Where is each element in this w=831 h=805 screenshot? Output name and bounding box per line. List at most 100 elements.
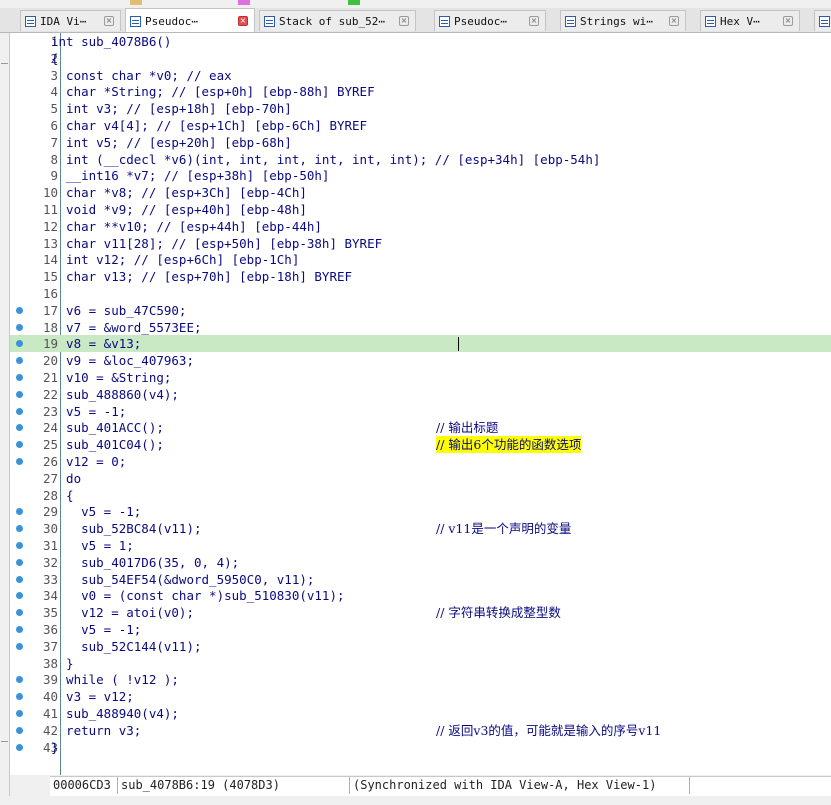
code-text: char *String; // [esp+0h] [ebp-88h] BYRE… xyxy=(51,84,375,100)
code-line[interactable]: 42 return v3;// 返回v3的值，可能就是输入的序号v11 xyxy=(10,722,831,739)
code-text: sub_488940(v4); xyxy=(51,706,179,721)
code-text: v9 = &loc_407963; xyxy=(51,353,194,369)
code-text: v6 = sub_47C590; xyxy=(51,302,187,318)
code-line[interactable]: 1 int sub_4078B6() xyxy=(10,33,831,50)
pseudocode-icon xyxy=(130,15,141,27)
close-icon[interactable]: × xyxy=(529,16,539,26)
strings-icon xyxy=(565,15,576,27)
tab-stack-of-sub[interactable]: Stack of sub_52⋯ × xyxy=(259,10,416,31)
code-line[interactable]: 15 char v13; // [esp+70h] [ebp-18h] BYRE… xyxy=(10,268,831,285)
code-text: v3 = v12; xyxy=(51,689,134,705)
code-text: v5 = -1; xyxy=(51,622,142,637)
code-line[interactable]: 35 v12 = atoi(v0);// 字符串转换成整型数 xyxy=(10,604,831,621)
code-line[interactable]: 25 sub_401C04();// 输出6个功能的函数选项 xyxy=(10,436,831,454)
code-text: { xyxy=(51,50,59,66)
close-icon[interactable]: × xyxy=(399,16,409,26)
pseudocode-editor[interactable]: 1 int sub_4078B6() 2{3 const char *v0; // … xyxy=(10,33,831,775)
margin-marker xyxy=(1,741,8,742)
code-line[interactable]: 20 v9 = &loc_407963; xyxy=(10,352,831,369)
code-line[interactable]: 29 v5 = -1; xyxy=(10,503,831,520)
left-margin xyxy=(0,33,10,805)
tab-label: Hex V⋯ xyxy=(720,14,760,28)
code-line[interactable]: 43} xyxy=(10,739,831,756)
code-line[interactable]: 18 v7 = &word_5573EE; xyxy=(10,319,831,336)
code-text: int v12; // [esp+6Ch] [ebp-1Ch] xyxy=(51,252,300,268)
tab-overflow[interactable] xyxy=(814,10,831,31)
tab-ida-view[interactable]: IDA Vi⋯ × xyxy=(20,10,121,31)
code-line[interactable]: 36 v5 = -1; xyxy=(10,621,831,638)
structures-icon xyxy=(819,15,830,27)
status-location: sub_4078B6:19 (4078D3) xyxy=(118,777,350,794)
close-icon[interactable]: × xyxy=(669,16,679,26)
code-text: v5 = 1; xyxy=(51,538,134,553)
code-line[interactable]: 24 sub_401ACC();// 输出标题 xyxy=(10,419,831,436)
tab-hex-view[interactable]: Hex V⋯ × xyxy=(700,10,800,31)
code-line[interactable]: 38 } xyxy=(10,655,831,672)
toolbar-icon xyxy=(348,0,360,5)
code-text: } xyxy=(51,739,59,755)
code-line[interactable]: 12 char **v10; // [esp+44h] [ebp-44h] xyxy=(10,218,831,235)
code-text: sub_54EF54(&dword_5950C0, v11); xyxy=(51,571,315,587)
code-line[interactable]: 19 v8 = &v13; xyxy=(10,335,831,353)
code-line[interactable]: 3 const char *v0; // eax xyxy=(10,67,831,84)
code-text: void *v9; // [esp+40h] [ebp-48h] xyxy=(51,202,307,217)
code-text: sub_4017D6(35, 0, 4); xyxy=(51,554,240,570)
code-line[interactable]: 6 char v4[4]; // [esp+1Ch] [ebp-6Ch] BYR… xyxy=(10,117,831,134)
code-line[interactable]: 37 sub_52C144(v11); xyxy=(10,638,831,655)
code-text: v7 = &word_5573EE; xyxy=(51,319,202,335)
code-line[interactable]: 4 char *String; // [esp+0h] [ebp-88h] BY… xyxy=(10,83,831,100)
code-text: sub_52C144(v11); xyxy=(51,638,202,654)
code-line[interactable]: 8 int (__cdecl *v6)(int, int, int, int, … xyxy=(10,151,831,168)
status-bar: 00006CD3 sub_4078B6:19 (4078D3) (Synchro… xyxy=(50,776,831,796)
code-text: sub_401C04(); xyxy=(51,437,164,453)
code-line[interactable]: 39 while ( !v12 ); xyxy=(10,671,831,688)
code-line[interactable]: 31 v5 = 1; xyxy=(10,537,831,554)
code-line[interactable]: 30 sub_52BC84(v11);// v11是一个声明的变量 xyxy=(10,520,831,537)
code-line[interactable]: 26 v12 = 0; xyxy=(10,453,831,470)
tab-label: Pseudoc⋯ xyxy=(145,14,198,28)
code-line[interactable]: 22 sub_488860(v4); xyxy=(10,386,831,403)
toolbar-icon xyxy=(130,0,142,5)
code-line[interactable]: 17 v6 = sub_47C590; xyxy=(10,302,831,319)
code-comment: // 返回v3的值，可能就是输入的序号v11 xyxy=(436,722,662,738)
code-text: v5 = -1; xyxy=(51,403,127,419)
code-line[interactable]: 7 int v5; // [esp+20h] [ebp-68h] xyxy=(10,134,831,151)
close-icon[interactable]: × xyxy=(104,16,114,26)
code-line[interactable]: 9 __int16 *v7; // [esp+38h] [ebp-50h] xyxy=(10,167,831,184)
code-line[interactable]: 27 do xyxy=(10,470,831,487)
code-line[interactable]: 40 v3 = v12; xyxy=(10,688,831,705)
line-number: 16 xyxy=(42,286,58,301)
tab-label: Stack of sub_52⋯ xyxy=(279,14,385,28)
code-line[interactable]: 32 sub_4017D6(35, 0, 4); xyxy=(10,554,831,571)
code-text: char v11[28]; // [esp+50h] [ebp-38h] BYR… xyxy=(51,235,383,251)
hex-icon xyxy=(705,15,716,27)
code-line[interactable]: 28 { xyxy=(10,487,831,504)
code-line[interactable]: 16 xyxy=(10,285,831,302)
tab-pseudocode-active[interactable]: Pseudoc⋯ × xyxy=(125,8,255,32)
tab-strings-window[interactable]: Strings wi⋯ × xyxy=(560,10,686,31)
code-comment: // v11是一个声明的变量 xyxy=(436,521,572,537)
code-line[interactable]: 13 char v11[28]; // [esp+50h] [ebp-38h] … xyxy=(10,235,831,252)
code-line[interactable]: 10 char *v8; // [esp+3Ch] [ebp-4Ch] xyxy=(10,184,831,201)
code-line[interactable]: 23 v5 = -1; xyxy=(10,403,831,420)
code-line[interactable]: 21 v10 = &String; xyxy=(10,369,831,386)
code-line[interactable]: 14 int v12; // [esp+6Ch] [ebp-1Ch] xyxy=(10,251,831,268)
code-comment: // 字符串转换成整型数 xyxy=(436,605,561,621)
close-icon[interactable]: × xyxy=(238,16,248,26)
code-text: __int16 *v7; // [esp+38h] [ebp-50h] xyxy=(51,168,330,184)
tab-pseudocode-b[interactable]: Pseudoc⋯ × xyxy=(434,10,546,31)
tab-bar: IDA Vi⋯ × Pseudoc⋯ × Stack of sub_52⋯ × … xyxy=(0,8,831,33)
code-text: v8 = &v13; xyxy=(51,336,142,352)
close-icon[interactable]: × xyxy=(783,16,793,26)
code-line[interactable]: 2{ xyxy=(10,50,831,67)
tab-label: Strings wi⋯ xyxy=(580,14,653,28)
code-line[interactable]: 5 int v3; // [esp+18h] [ebp-70h] xyxy=(10,100,831,117)
code-line[interactable]: 33 sub_54EF54(&dword_5950C0, v11); xyxy=(10,571,831,588)
code-text: char *v8; // [esp+3Ch] [ebp-4Ch] xyxy=(51,185,307,201)
code-text: const char *v0; // eax xyxy=(51,67,232,83)
status-sync: (Synchronized with IDA View-A, Hex View-… xyxy=(350,777,690,794)
code-text: char v4[4]; // [esp+1Ch] [ebp-6Ch] BYREF xyxy=(51,118,368,133)
code-line[interactable]: 41 sub_488940(v4); xyxy=(10,705,831,722)
code-line[interactable]: 11 void *v9; // [esp+40h] [ebp-48h] xyxy=(10,201,831,218)
code-line[interactable]: 34 v0 = (const char *)sub_510830(v11); xyxy=(10,587,831,604)
